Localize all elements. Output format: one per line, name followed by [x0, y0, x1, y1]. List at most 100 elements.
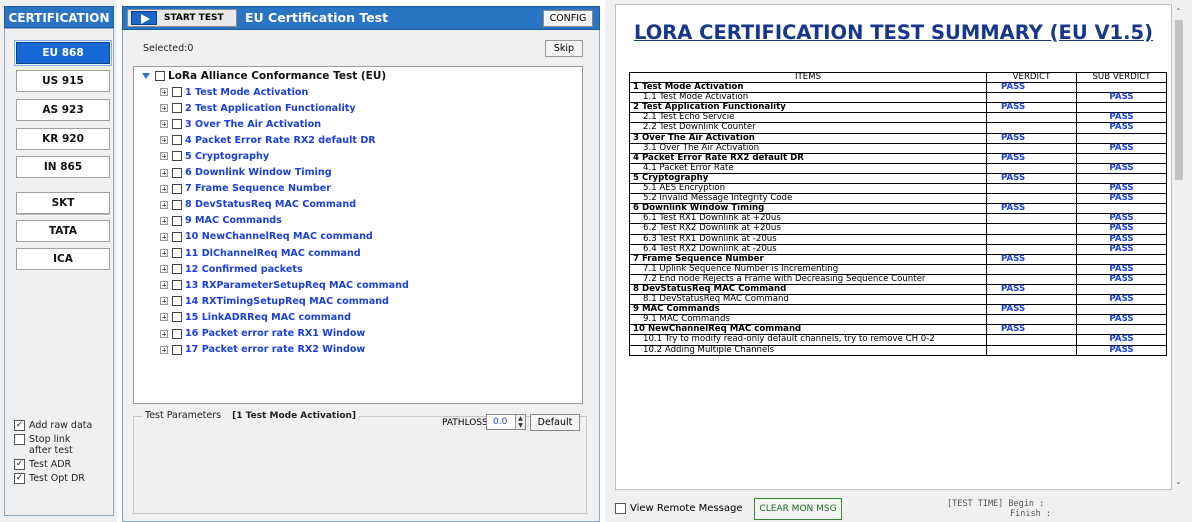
option-stop-link[interactable]: Stop link after test: [14, 434, 110, 456]
tree-item[interactable]: 16 Packet error rate RX1 Window: [160, 328, 365, 340]
row-item: 7 Frame Sequence Number: [629, 253, 987, 265]
expand-plus-icon[interactable]: [160, 249, 168, 257]
table-row: 7 Frame Sequence Number PASS: [629, 253, 1167, 265]
tree-item[interactable]: 10 NewChannelReq MAC command: [160, 231, 373, 243]
expand-plus-icon[interactable]: [160, 216, 168, 225]
tree-item[interactable]: 3 Over The Air Activation: [160, 118, 321, 130]
report-scrollbar[interactable]: ⌃ ⌄: [1173, 4, 1185, 490]
tree-item[interactable]: 5 Cryptography: [160, 150, 269, 162]
tree-item-checkbox[interactable]: [172, 119, 182, 130]
checkbox-view-remote-message[interactable]: [615, 503, 626, 514]
clear-mon-msg-button[interactable]: CLEAR MON MSG: [754, 498, 842, 520]
tree-item[interactable]: 14 RXTimingSetupReq MAC command: [160, 295, 389, 307]
checkbox-test-opt-dr[interactable]: ✓: [14, 473, 25, 484]
option-test-opt-dr[interactable]: ✓ Test Opt DR: [14, 473, 110, 484]
tree-item-checkbox[interactable]: [172, 167, 182, 178]
tree-item-checkbox[interactable]: [172, 344, 182, 355]
tree-item-checkbox[interactable]: [172, 183, 182, 194]
region-button-as923[interactable]: AS 923: [16, 99, 110, 121]
expand-plus-icon[interactable]: [160, 345, 168, 354]
checkbox-test-adr[interactable]: ✓: [14, 459, 25, 470]
expand-plus-icon[interactable]: [160, 120, 168, 129]
default-button[interactable]: Default: [530, 414, 580, 431]
expand-plus-icon[interactable]: [160, 297, 168, 306]
tree-item-checkbox[interactable]: [172, 264, 182, 275]
tree-item-label: 4 Packet Error Rate RX2 default DR: [185, 134, 376, 146]
tree-item-checkbox[interactable]: [172, 231, 182, 242]
scroll-down-icon[interactable]: ⌄: [1175, 477, 1182, 486]
region-button-in865[interactable]: IN 865: [16, 156, 110, 178]
region-button-kr920[interactable]: KR 920: [16, 128, 110, 150]
tree-item[interactable]: 6 Downlink Window Timing: [160, 167, 332, 179]
tree-item[interactable]: 17 Packet error rate RX2 Window: [160, 344, 365, 356]
tree-item[interactable]: 4 Packet Error Rate RX2 default DR: [160, 134, 376, 146]
tree-item-checkbox[interactable]: [172, 151, 182, 162]
start-test-button[interactable]: START TEST: [127, 9, 237, 27]
row-item: 8.1 DevStatusReq MAC Command: [629, 294, 987, 306]
tree-item-checkbox[interactable]: [172, 248, 182, 258]
scroll-up-icon[interactable]: ⌃: [1175, 7, 1182, 16]
option-test-adr[interactable]: ✓ Test ADR: [14, 459, 110, 470]
tree-item[interactable]: 9 MAC Commands: [160, 215, 282, 227]
column-header-sub-verdict: SUB VERDICT: [1076, 71, 1167, 84]
expand-triangle-icon[interactable]: [142, 73, 150, 79]
pathloss-input[interactable]: 0.0 ▲ ▼: [486, 414, 526, 430]
skip-button[interactable]: Skip: [545, 40, 583, 57]
expand-plus-icon[interactable]: [160, 184, 168, 193]
tree-item[interactable]: 8 DevStatusReq MAC Command: [160, 199, 356, 211]
expand-plus-icon[interactable]: [160, 200, 168, 209]
scroll-thumb[interactable]: [1175, 20, 1183, 180]
table-row: 2.1 Test Echo Servcie PASS: [629, 112, 1167, 124]
tree-item-checkbox[interactable]: [172, 87, 182, 97]
pathloss-spinner[interactable]: ▲ ▼: [515, 415, 525, 429]
tree-item[interactable]: 12 Confirmed packets: [160, 263, 303, 275]
tree-item-checkbox[interactable]: [172, 280, 182, 291]
expand-plus-icon[interactable]: [160, 313, 168, 322]
tree-item-label: 7 Frame Sequence Number: [185, 183, 331, 195]
expand-plus-icon[interactable]: [160, 104, 168, 113]
table-row: 5.1 AES Encryption PASS: [629, 183, 1167, 195]
expand-plus-icon[interactable]: [160, 88, 168, 96]
report-title: LORA CERTIFICATION TEST SUMMARY (EU V1.5…: [633, 21, 1154, 44]
tree-item[interactable]: 11 DlChannelReq MAC command: [160, 247, 361, 259]
expand-plus-icon[interactable]: [160, 136, 168, 145]
tree-item-checkbox[interactable]: [172, 215, 182, 226]
tree-item-checkbox[interactable]: [172, 312, 182, 323]
region-button-us915[interactable]: US 915: [16, 70, 110, 92]
expand-plus-icon[interactable]: [160, 329, 168, 338]
row-sub-verdict: PASS: [1076, 344, 1167, 356]
expand-plus-icon[interactable]: [160, 168, 168, 177]
tree-item[interactable]: 15 LinkADRReq MAC command: [160, 311, 351, 323]
checkbox-add-raw-data[interactable]: ✓: [14, 420, 25, 431]
row-sub-verdict: PASS: [1076, 193, 1167, 205]
column-header-verdict: VERDICT: [986, 71, 1077, 84]
expand-plus-icon[interactable]: [160, 152, 168, 161]
config-button[interactable]: CONFIG: [543, 10, 593, 27]
tree-item-checkbox[interactable]: [172, 296, 182, 307]
expand-plus-icon[interactable]: [160, 281, 168, 290]
operator-button-tata[interactable]: TATA: [16, 220, 110, 242]
row-item: 6.3 Test RX1 Downlink at -20us: [629, 233, 987, 245]
region-button-eu868[interactable]: EU 868: [14, 40, 112, 66]
tree-item[interactable]: 2 Test Application Functionality: [160, 102, 356, 114]
operator-button-skt[interactable]: SKT: [16, 192, 110, 214]
operator-button-ica[interactable]: ICA: [16, 248, 110, 270]
tree-item-checkbox[interactable]: [172, 135, 182, 146]
tree-item[interactable]: 7 Frame Sequence Number: [160, 183, 331, 195]
tree-item-checkbox[interactable]: [172, 328, 182, 339]
option-add-raw-data[interactable]: ✓ Add raw data: [14, 420, 110, 431]
row-sub-verdict: [1076, 102, 1167, 114]
row-sub-verdict: PASS: [1076, 294, 1167, 306]
tree-root[interactable]: LoRa Alliance Conformance Test (EU): [142, 70, 386, 82]
tree-root-checkbox[interactable]: [155, 71, 165, 81]
expand-plus-icon[interactable]: [160, 265, 168, 274]
view-remote-message[interactable]: View Remote Message: [615, 503, 743, 514]
tree-item-checkbox[interactable]: [172, 103, 182, 114]
checkbox-stop-link[interactable]: [14, 434, 25, 445]
tree-item-checkbox[interactable]: [172, 199, 182, 210]
tree-item[interactable]: 1 Test Mode Activation: [160, 86, 308, 98]
table-row: 6 Downlink Window Timing PASS: [629, 203, 1167, 215]
sidebar: CERTIFICATION EU 868 US 915 AS 923 KR 92…: [0, 0, 117, 522]
expand-plus-icon[interactable]: [160, 232, 168, 241]
tree-item[interactable]: 13 RXParameterSetupReq MAC command: [160, 279, 409, 291]
